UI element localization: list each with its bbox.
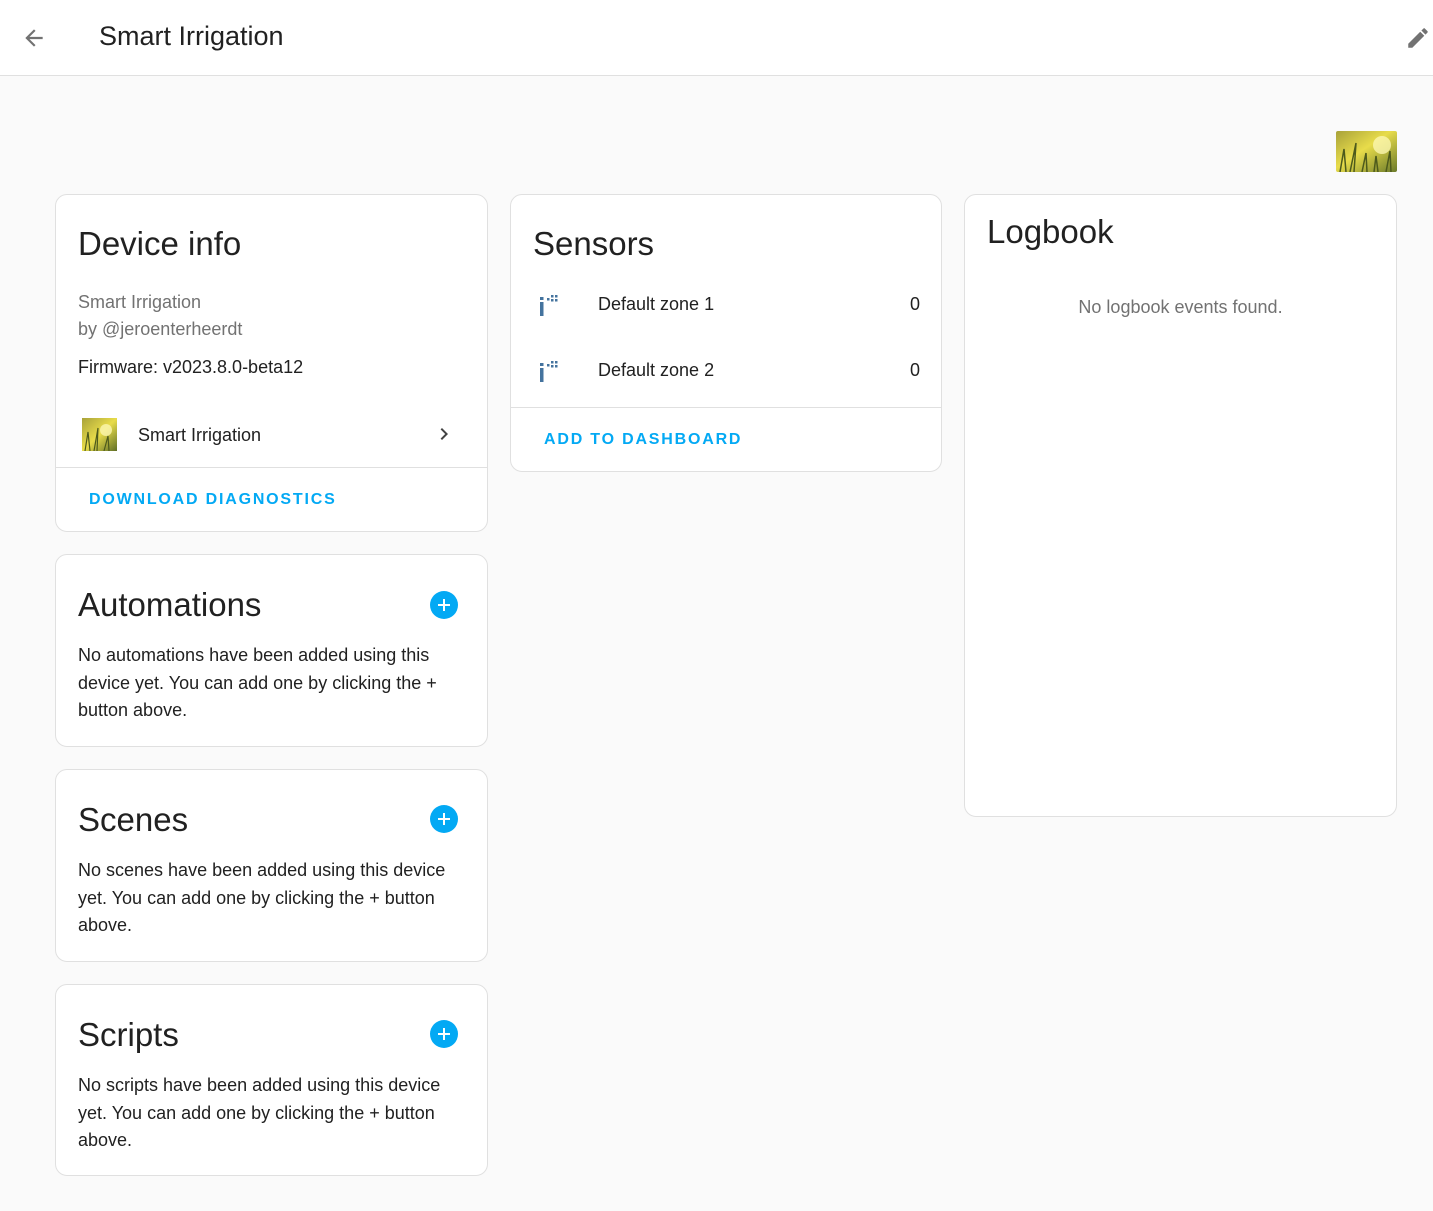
automations-card: Automations No automations have been add… [55, 554, 488, 747]
divider [56, 467, 487, 468]
card-title: Automations [78, 586, 262, 623]
sensor-name: Default zone 2 [598, 360, 715, 380]
card-title: Sensors [533, 225, 655, 262]
scenes-empty-text: No scenes have been added using this dev… [78, 860, 446, 935]
sensor-row-zone-1[interactable]: Default zone 1 0 [511, 280, 941, 330]
scripts-card: Scripts No scripts have been added using… [55, 984, 488, 1176]
scenes-card: Scenes No scenes have been added using t… [55, 769, 488, 962]
download-diagnostics-button[interactable]: DOWNLOAD DIAGNOSTICS [89, 491, 337, 509]
device-image [1336, 131, 1397, 172]
device-manufacturer: by @jeroenterheerdt [78, 319, 243, 339]
card-title: Device info [78, 225, 242, 262]
logbook-empty-message: No logbook events found. [1078, 297, 1283, 317]
integration-logo-icon [82, 418, 117, 451]
add-script-button[interactable] [430, 1020, 458, 1048]
add-to-dashboard-button[interactable]: ADD TO DASHBOARD [544, 431, 742, 449]
scripts-empty-text: No scripts have been added using this de… [78, 1075, 441, 1150]
sensor-value: 0 [909, 360, 920, 380]
sensor-value: 0 [909, 294, 920, 314]
chevron-right-icon [440, 428, 448, 440]
back-button[interactable] [14, 18, 54, 58]
divider [511, 407, 941, 408]
card-title: Scenes [78, 801, 189, 838]
sensor-name: Default zone 1 [598, 294, 715, 314]
sprinkler-icon [540, 295, 558, 316]
add-automation-button[interactable] [430, 591, 458, 619]
device-firmware: Firmware: v2023.8.0-beta12 [78, 357, 304, 377]
edit-button[interactable] [1398, 18, 1433, 58]
card-title: Logbook [987, 213, 1114, 250]
page-title: Smart Irrigation [99, 21, 284, 51]
automations-empty-text: No automations have been added using thi… [78, 645, 437, 720]
device-info-card: Device info Smart Irrigation by @jeroent… [55, 194, 488, 532]
card-title: Scripts [78, 1016, 179, 1053]
sensors-card: Sensors Default zone 1 0 Default zone 2 … [510, 194, 942, 472]
device-model: Smart Irrigation [78, 292, 202, 312]
pencil-icon [1408, 28, 1428, 48]
plus-icon [438, 599, 450, 611]
integration-label: Smart Irrigation [138, 425, 262, 445]
top-app-bar: Smart Irrigation [0, 0, 1433, 76]
sprinkler-icon [540, 361, 558, 382]
logbook-card: Logbook No logbook events found. [964, 194, 1397, 817]
integration-link[interactable]: Smart Irrigation [56, 409, 487, 459]
plus-icon [438, 813, 450, 825]
arrow-left-icon [25, 29, 43, 47]
plus-icon [438, 1028, 450, 1040]
sensor-row-zone-2[interactable]: Default zone 2 0 [511, 346, 941, 396]
add-scene-button[interactable] [430, 805, 458, 833]
